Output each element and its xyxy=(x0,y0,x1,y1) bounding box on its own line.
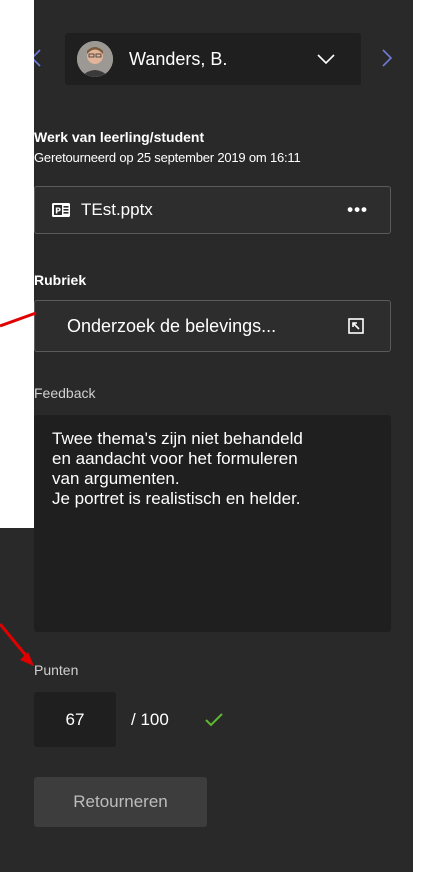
returned-date-text: Geretourneerd op 25 september 2019 om 16… xyxy=(34,150,301,165)
student-selector[interactable]: Wanders, B. xyxy=(65,33,361,85)
feedback-textarea[interactable]: Twee thema's zijn niet behandeld en aand… xyxy=(34,415,391,632)
chevron-down-icon xyxy=(317,54,335,65)
next-student-button[interactable] xyxy=(379,44,395,72)
feedback-title: Feedback xyxy=(34,385,96,401)
chevron-left-icon xyxy=(31,49,41,67)
right-edge xyxy=(413,0,423,872)
chevron-right-icon xyxy=(382,49,392,67)
rubric-title: Rubriek xyxy=(34,272,87,288)
points-input[interactable]: 67 xyxy=(34,692,116,747)
rubric-label: Onderzoek de belevings... xyxy=(67,315,277,336)
popout-icon xyxy=(348,318,364,334)
more-options-button[interactable]: ••• xyxy=(347,200,368,220)
grading-panel: Wanders, B. Werk van leerling/student Ge… xyxy=(0,0,413,872)
points-max: / 100 xyxy=(131,710,169,729)
checkmark-icon xyxy=(205,713,223,727)
svg-text:P: P xyxy=(55,207,61,216)
return-button[interactable]: Retourneren xyxy=(34,777,207,827)
avatar xyxy=(77,41,113,77)
file-name: TEst.pptx xyxy=(81,200,153,219)
attached-file[interactable]: P TEst.pptx ••• xyxy=(34,186,391,234)
student-work-title: Werk van leerling/student xyxy=(34,129,205,145)
points-title: Punten xyxy=(34,662,79,678)
rubric-button[interactable]: Onderzoek de belevings... xyxy=(34,300,391,352)
powerpoint-file-icon: P xyxy=(52,203,70,217)
student-name: Wanders, B. xyxy=(129,48,228,69)
previous-student-button[interactable] xyxy=(28,44,44,72)
